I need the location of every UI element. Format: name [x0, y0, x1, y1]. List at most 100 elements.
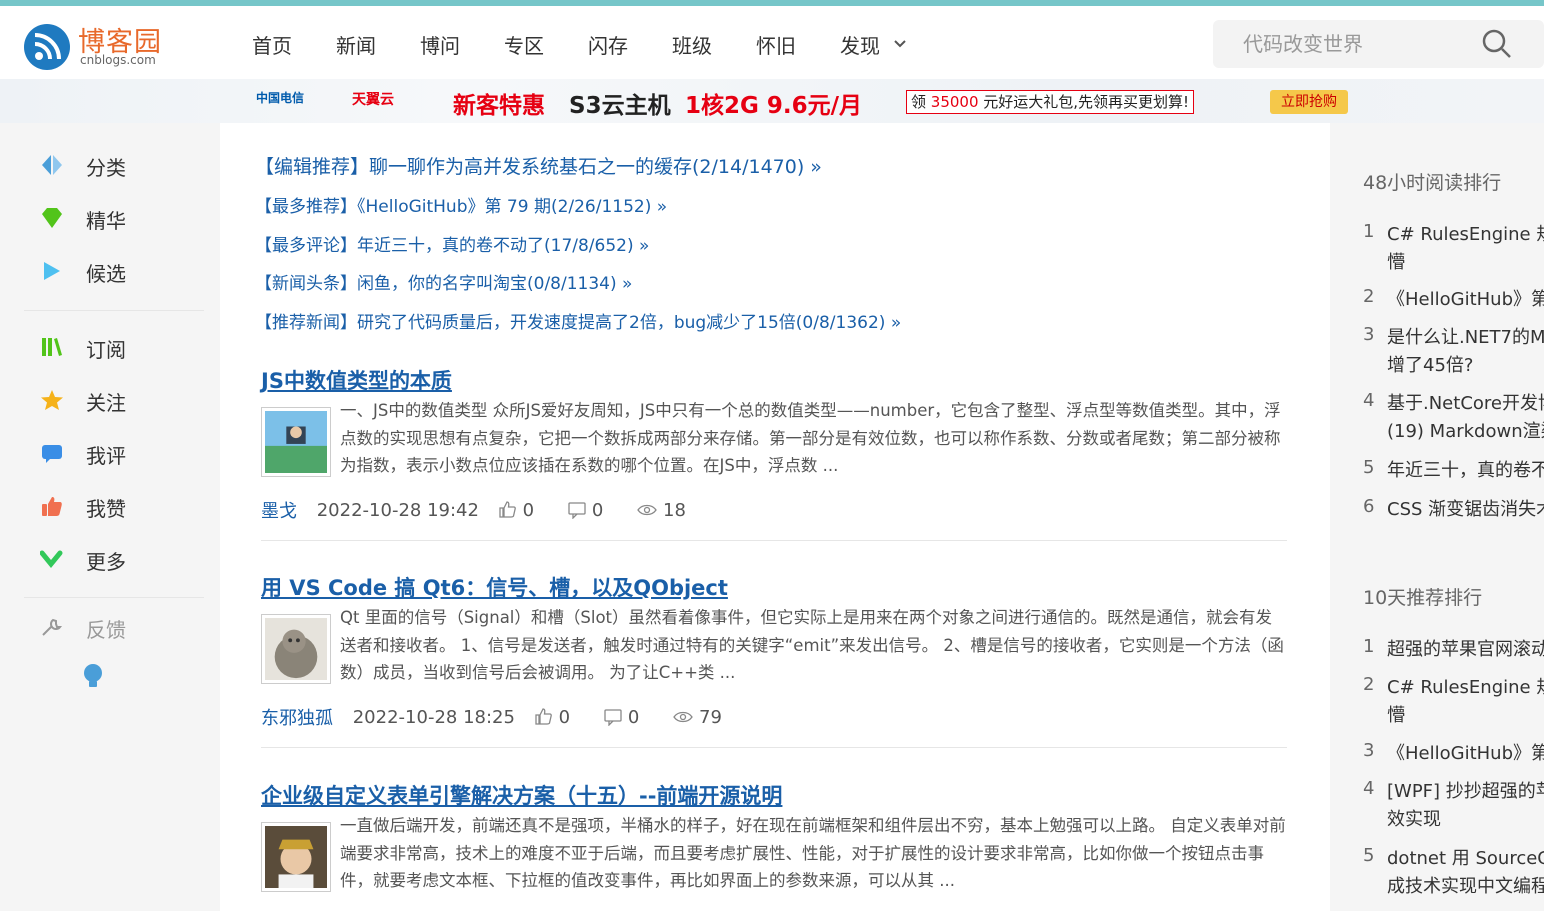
promo-new-customer: 新客特惠 [453, 93, 545, 119]
site-header: 博客园 cnblogs.com 首页 新闻 博问 专区 闪存 班级 怀旧 发现 [0, 6, 1544, 79]
sidebar-item-category[interactable]: 分类 [40, 150, 200, 180]
author-avatar[interactable] [261, 822, 331, 892]
author-avatar[interactable] [261, 407, 331, 477]
sidebar-item-label: 精华 [86, 209, 126, 233]
rank-title-line2: 懵 [1387, 252, 1405, 273]
rank-title-line1: 是什么让.NET7的M [1387, 327, 1544, 348]
post-views[interactable]: 79 [673, 706, 736, 728]
sidebar-item-my-likes[interactable]: 我赞 [40, 491, 200, 521]
rank-title-line1: 年近三十，真的卷不 [1387, 460, 1544, 481]
rank-title: 是什么让.NET7的M 增了45倍? [1387, 324, 1544, 380]
rank-title: 《HelloGitHub》第 [1387, 740, 1544, 768]
post-summary: Qt 里面的信号（Signal）和槽（Slot）虽然看着像事件，但它实际上是用来… [340, 608, 1284, 682]
sidebar-item-label: 我评 [86, 444, 126, 468]
sidebar-divider [24, 597, 204, 598]
rank-title-line1: 基于.NetCore开发博 [1387, 393, 1544, 414]
rank-number: 5 [1363, 457, 1375, 478]
rec-recommended-news[interactable]: 【推荐新闻】研究了代码质量后，开发速度提高了2倍，bug减少了15倍(0/8/1… [255, 308, 901, 333]
sidebar-item-label: 我赞 [86, 497, 126, 521]
post-title[interactable]: JS中数值类型的本质 [261, 365, 452, 395]
thumb-up-icon [499, 501, 516, 518]
nav-flash[interactable]: 闪存 [588, 30, 628, 59]
rank-number: 3 [1363, 740, 1375, 761]
rank-title: [WPF] 抄抄超强的苹 效实现 [1387, 778, 1544, 834]
eye-icon [673, 712, 693, 723]
rank-title-line2: (19) Markdown渲染 [1387, 421, 1544, 442]
post-date: 2022-10-28 18:25 [352, 706, 515, 728]
likes-count: 0 [558, 706, 571, 728]
nav-discover[interactable]: 发现 [840, 30, 880, 59]
sidebar-item-follow[interactable]: 关注 [40, 385, 200, 415]
nav-nostalgia[interactable]: 怀旧 [756, 30, 796, 59]
search-icon[interactable] [1481, 28, 1513, 60]
views-count: 79 [699, 706, 722, 728]
post-summary: 一、JS中的数值类型 众所JS爱好友周知，JS中只有一个总的数值类型——numb… [340, 401, 1281, 475]
sidebar-item-featured[interactable]: 精华 [40, 203, 200, 233]
rank-title-line1: [WPF] 抄抄超强的苹 [1387, 781, 1544, 802]
post-views[interactable]: 18 [637, 499, 700, 521]
buy-now-button[interactable]: 立即抢购 [1270, 90, 1348, 114]
comment-icon [40, 442, 64, 464]
sidebar-item-label: 分类 [86, 156, 126, 180]
rec-headline-news[interactable]: 【新闻头条】闲鱼，你的名字叫淘宝(0/8/1134) » [255, 269, 632, 294]
lightbulb-icon[interactable] [82, 663, 104, 695]
rec-top-commented[interactable]: 【最多评论】年近三十，真的卷不动了(17/8/652) » [255, 231, 649, 256]
post-author[interactable]: 墨戈 [261, 497, 297, 523]
likes-count: 0 [522, 499, 535, 521]
post-date: 2022-10-28 19:42 [316, 499, 479, 521]
rank-title-line1: 《HelloGitHub》第 [1387, 289, 1544, 310]
rank-number: 1 [1363, 636, 1375, 657]
rank-title-line2: 成技术实现中文编程 [1387, 876, 1544, 897]
thumb-icon [40, 495, 64, 517]
rank-title: CSS 渐变锯齿消失术 [1387, 496, 1544, 524]
post-likes[interactable]: 0 [535, 706, 584, 728]
sidebar-item-label: 反馈 [86, 618, 126, 642]
nav-news[interactable]: 新闻 [336, 30, 376, 59]
site-logo[interactable]: 博客园 cnblogs.com [24, 20, 184, 70]
logo-domain: cnblogs.com [80, 53, 156, 67]
promo-gift: 领 35000 元好运大礼包,先领再买更划算! [906, 90, 1195, 114]
rank-title-line2: 增了45倍? [1387, 355, 1474, 376]
sidebar-item-label: 关注 [86, 391, 126, 415]
post-author[interactable]: 东邪独孤 [261, 704, 333, 730]
author-avatar[interactable] [261, 614, 331, 684]
rank-10d-heading: 10天推荐排行 [1363, 587, 1483, 609]
books-icon [40, 336, 64, 358]
sidebar-item-more[interactable]: 更多 [39, 544, 200, 574]
gift-post: 元好运大礼包,先领再买更划算! [978, 93, 1190, 111]
rank-title-line1: dotnet 用 SourceG [1387, 848, 1544, 869]
sidebar-item-my-comments[interactable]: 我评 [40, 438, 200, 468]
wrench-icon [40, 616, 64, 638]
nav-home[interactable]: 首页 [252, 30, 292, 59]
nav-qa[interactable]: 博问 [420, 30, 460, 59]
rank-title-line2: 懵 [1387, 705, 1405, 726]
eye-icon [637, 505, 657, 516]
post-title[interactable]: 用 VS Code 搞 Qt6：信号、槽，以及QObject [261, 572, 728, 602]
post-comments[interactable]: 0 [604, 706, 653, 728]
rank-title-line1: C# RulesEngine 规 [1387, 677, 1544, 698]
gem-icon [40, 207, 64, 229]
rank-number: 5 [1363, 845, 1375, 866]
sidebar-item-subscribe[interactable]: 订阅 [40, 332, 200, 362]
post-comments[interactable]: 0 [568, 499, 617, 521]
rec-editor[interactable]: 【编辑推荐】聊一聊作为高并发系统基石之一的缓存(2/14/1470) » [255, 152, 822, 179]
search-input[interactable] [1243, 31, 1473, 57]
post-title[interactable]: 企业级自定义表单引擎解决方案（十五）--前端开源说明 [261, 780, 782, 810]
rec-top-recommended[interactable]: 【最多推荐】《HelloGitHub》第 79 期(2/26/1152) » [255, 192, 667, 217]
sidebar-divider [24, 310, 204, 311]
post-likes[interactable]: 0 [499, 499, 548, 521]
star-icon [40, 389, 64, 411]
nav-zone[interactable]: 专区 [504, 30, 544, 59]
gift-pre: 领 [911, 93, 931, 111]
chevron-down-icon[interactable] [892, 36, 908, 56]
ad-banner[interactable]: 中国电信 天翼云 新客特惠 S3云主机 1核2G 9.6元/月 领 35000 … [0, 79, 1544, 123]
rank-title-line2: 效实现 [1387, 809, 1441, 830]
sidebar-item-feedback[interactable]: 反馈 [40, 612, 200, 642]
rank-title: dotnet 用 SourceG 成技术实现中文编程 [1387, 845, 1544, 901]
china-telecom-logo: 中国电信 [256, 91, 305, 105]
sidebar-item-label: 候选 [86, 262, 126, 286]
post-divider [261, 747, 1287, 748]
rank-number: 2 [1363, 674, 1375, 695]
sidebar-item-candidate[interactable]: 候选 [40, 256, 200, 286]
nav-class[interactable]: 班级 [672, 30, 712, 59]
